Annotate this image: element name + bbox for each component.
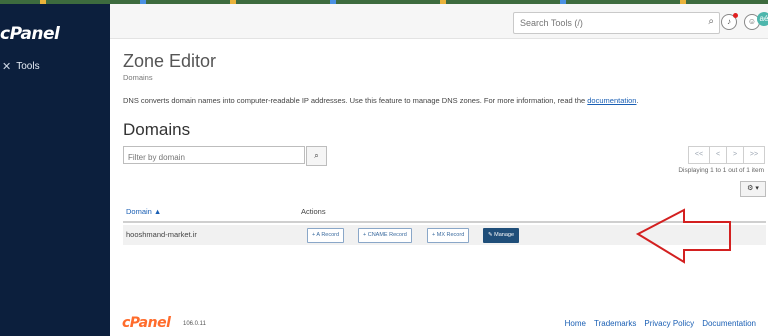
notification-badge	[733, 13, 738, 18]
version: 106.0.11	[183, 321, 206, 327]
section-title: Domains	[123, 120, 191, 139]
footer-link-documentation[interactable]: Documentation	[702, 319, 756, 328]
tools-icon: ✕	[2, 61, 12, 73]
footer-logo[interactable]: cPanel	[122, 315, 171, 331]
footer-links: Home Trademarks Privacy Policy Documenta…	[565, 319, 756, 328]
notifications-button[interactable]: ♪	[721, 13, 738, 30]
main-content: Zone Editor Domains DNS converts domain …	[110, 39, 768, 336]
sidebar: cPanel ✕ Tools	[0, 4, 110, 336]
sidebar-item-label: Tools	[16, 61, 40, 72]
column-domain[interactable]: Domain ▲	[126, 207, 161, 216]
breadcrumb[interactable]: Domains	[123, 73, 153, 82]
filter-box	[123, 146, 306, 165]
add-mx-record-button[interactable]: + MX Record	[427, 228, 470, 243]
filter-input[interactable]	[124, 150, 306, 165]
page-description: DNS converts domain names into computer-…	[123, 96, 639, 105]
footer-link-home[interactable]: Home	[565, 319, 586, 328]
footer-link-trademarks[interactable]: Trademarks	[594, 319, 636, 328]
sidebar-item-tools[interactable]: ✕ Tools	[2, 60, 40, 73]
page-prev-button[interactable]: <	[709, 146, 727, 164]
cpanel-logo[interactable]: cPanel	[0, 24, 60, 44]
top-bar: ⌕ ♪ ☺ aé	[110, 4, 768, 39]
add-a-record-button[interactable]: + A Record	[307, 228, 345, 243]
pagination: << < > >>	[688, 146, 765, 164]
page-title: Zone Editor	[123, 51, 217, 71]
manage-button[interactable]: ✎ Manage	[483, 228, 520, 243]
search-icon: ⌕	[314, 151, 319, 160]
settings-button[interactable]: ⚙ ▾	[740, 181, 766, 197]
add-cname-record-button[interactable]: + CNAME Record	[358, 228, 412, 243]
page-next-button[interactable]: >	[726, 146, 744, 164]
page-last-button[interactable]: >>	[743, 146, 765, 164]
page-first-button[interactable]: <<	[688, 146, 710, 164]
description-end: .	[636, 96, 639, 105]
domain-name: hooshmand-market.ir	[126, 230, 197, 239]
user-icon: ☺	[747, 17, 757, 26]
filter-search-button[interactable]: ⌕	[306, 146, 327, 166]
user-badge[interactable]: aé	[757, 12, 768, 26]
footer-link-privacy-policy[interactable]: Privacy Policy	[644, 319, 694, 328]
search-icon[interactable]: ⌕	[708, 16, 714, 27]
gear-icon: ⚙ ▾	[747, 185, 759, 192]
annotation-arrow	[636, 208, 731, 264]
pagination-info: Displaying 1 to 1 out of 1 item	[678, 167, 764, 174]
description-text: DNS converts domain names into computer-…	[123, 96, 586, 105]
search-input[interactable]	[514, 14, 706, 32]
column-actions: Actions	[301, 207, 326, 216]
search-box: ⌕	[513, 12, 720, 34]
bell-icon: ♪	[727, 17, 731, 26]
documentation-link[interactable]: documentation	[587, 96, 636, 105]
